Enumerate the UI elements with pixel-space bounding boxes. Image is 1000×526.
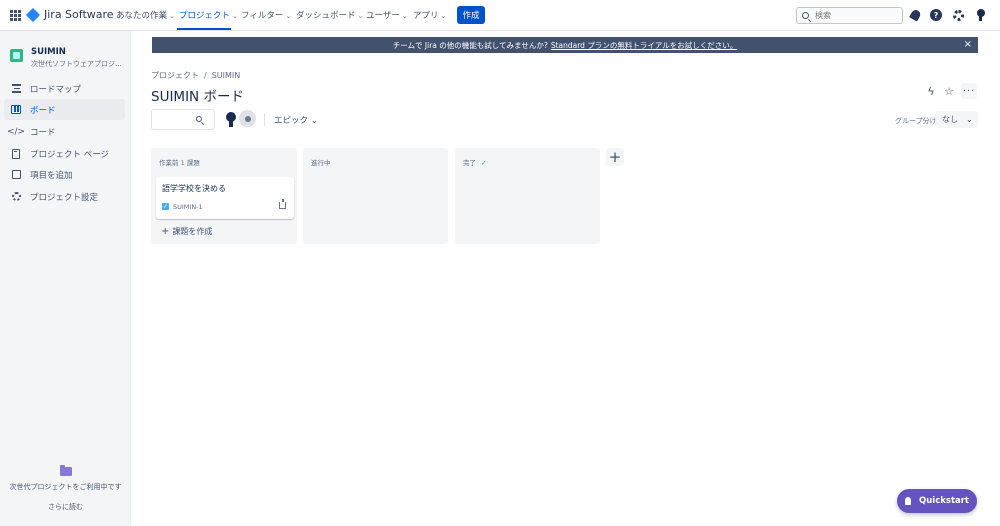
banner-trial-link[interactable]: Standard プランの無料トライアルをお試しください。	[551, 40, 737, 51]
sidebar-item-board[interactable]: ボード	[4, 99, 125, 120]
top-navigation: Jira Software あなたの作業 ⌄ プロジェクト ⌄ フィルター ⌄ ダッシ…	[0, 0, 1000, 31]
project-name: SUIMIN	[31, 47, 66, 57]
nav-your-work[interactable]: あなたの作業 ⌄	[116, 9, 175, 21]
chevron-down-icon: ⌄	[401, 12, 408, 20]
code-icon: </>	[6, 126, 26, 137]
column-header: 作業前 1 課題	[159, 159, 200, 167]
quickstart-button[interactable]: Quickstart	[897, 489, 977, 513]
group-by-select[interactable]: なし ⌄	[935, 111, 978, 128]
divider	[264, 113, 265, 126]
breadcrumb-project[interactable]: SUIMIN	[212, 71, 241, 80]
settings-icon[interactable]	[952, 9, 964, 21]
app-switcher-icon[interactable]	[10, 10, 21, 21]
plus-icon: +	[161, 226, 170, 237]
project-type: 次世代ソフトウェアプロジ...	[31, 60, 122, 68]
page-icon	[11, 148, 21, 159]
column-header: 完了 ✓	[463, 159, 487, 167]
lightbulb-icon	[905, 497, 911, 505]
lightning-icon[interactable]: ϟ	[923, 83, 939, 99]
user-avatar[interactable]	[224, 111, 238, 127]
board-icon	[11, 105, 21, 115]
nav-people[interactable]: ユーザー ⌄	[366, 9, 408, 21]
more-actions-button[interactable]: ···	[961, 83, 977, 99]
group-by-label: グループ分け	[895, 117, 937, 125]
issue-key: SUIMIN-1	[173, 203, 203, 211]
product-name: Jira Software	[44, 8, 114, 21]
learn-more-link[interactable]: さらに読む	[0, 502, 131, 512]
chevron-down-icon: ⌄	[357, 12, 364, 20]
add-column-button[interactable]: +	[606, 148, 624, 166]
next-gen-notice: 次世代プロジェクトをご利用中です	[9, 483, 122, 491]
hierarchy-icon	[279, 199, 286, 209]
page-title: SUIMIN ボード	[151, 89, 244, 105]
profile-avatar[interactable]	[974, 9, 986, 21]
add-people-icon[interactable]	[239, 110, 256, 127]
folder-icon	[59, 465, 72, 476]
chevron-down-icon: ⌄	[285, 12, 292, 20]
sidebar: SUIMIN 次世代ソフトウェアプロジ... ロードマップ ボード </> コー…	[0, 31, 131, 526]
sidebar-item-add-item[interactable]: 項目を追加	[4, 164, 125, 185]
sidebar-footer: 次世代プロジェクトをご利用中です さらに読む	[0, 465, 131, 512]
check-icon: ✓	[481, 159, 487, 167]
search-input[interactable]	[815, 11, 895, 20]
sidebar-item-label: コード	[30, 127, 56, 138]
add-item-icon	[11, 170, 21, 180]
search-icon	[196, 116, 202, 122]
column-in-progress: 進行中	[303, 148, 448, 244]
trial-banner: チームで Jira の他の機能も試してみませんか? Standard プランの無…	[152, 37, 978, 53]
sidebar-item-label: 項目を追加	[30, 170, 73, 181]
sidebar-item-project-settings[interactable]: プロジェクト設定	[4, 186, 125, 207]
breadcrumb-projects[interactable]: プロジェクト	[151, 71, 199, 80]
column-todo: 作業前 1 課題 語学学校を決める ✓ SUIMIN-1 + 課題を作成	[151, 148, 297, 244]
gear-icon	[11, 192, 21, 202]
sidebar-item-label: ロードマップ	[30, 84, 82, 95]
sidebar-item-project-pages[interactable]: プロジェクト ページ	[4, 143, 125, 164]
jira-logo[interactable]: Jira Software	[25, 7, 114, 22]
search-icon	[802, 12, 809, 19]
nav-apps[interactable]: アプリ ⌄	[413, 9, 446, 21]
help-icon[interactable]: ?	[930, 9, 942, 21]
project-header[interactable]: SUIMIN 次世代ソフトウェアプロジ...	[10, 47, 122, 69]
sidebar-item-code[interactable]: </> コード	[4, 121, 125, 142]
global-search[interactable]	[796, 7, 903, 24]
close-icon[interactable]: ×	[964, 39, 972, 50]
column-done: 完了 ✓	[455, 148, 600, 244]
chevron-down-icon: ⌄	[169, 12, 175, 20]
task-type-icon: ✓	[162, 203, 169, 210]
create-issue-button[interactable]: + 課題を作成	[161, 226, 212, 237]
sidebar-item-label: ボード	[30, 105, 56, 116]
notifications-icon[interactable]	[908, 8, 922, 22]
chevron-down-icon: ⌄	[310, 116, 318, 126]
sidebar-item-label: プロジェクト設定	[30, 192, 99, 203]
sidebar-item-label: プロジェクト ページ	[30, 149, 110, 160]
active-nav-indicator	[177, 28, 231, 30]
star-icon[interactable]: ☆	[941, 83, 957, 99]
issue-card[interactable]: 語学学校を決める ✓ SUIMIN-1	[156, 177, 294, 219]
project-avatar	[10, 49, 23, 62]
board-search-input[interactable]	[151, 109, 215, 130]
issue-summary: 語学学校を決める	[162, 184, 226, 193]
epic-filter-dropdown[interactable]: エピック ⌄	[274, 114, 318, 126]
chevron-down-icon: ⌄	[440, 12, 447, 20]
nav-projects[interactable]: プロジェクト ⌄	[179, 9, 238, 21]
column-header: 進行中	[311, 159, 331, 167]
nav-dashboards[interactable]: ダッシュボード ⌄	[296, 9, 363, 21]
banner-text: チームで Jira の他の機能も試してみませんか?	[392, 40, 548, 50]
nav-filters[interactable]: フィルター ⌄	[241, 9, 291, 21]
breadcrumb: プロジェクト / SUIMIN	[151, 71, 241, 80]
roadmap-icon	[11, 84, 21, 94]
create-button[interactable]: 作成	[457, 6, 485, 24]
jira-logo-icon	[25, 7, 41, 22]
sidebar-item-roadmap[interactable]: ロードマップ	[4, 78, 125, 99]
chevron-down-icon: ⌄	[966, 115, 973, 124]
chevron-down-icon: ⌄	[232, 12, 238, 20]
